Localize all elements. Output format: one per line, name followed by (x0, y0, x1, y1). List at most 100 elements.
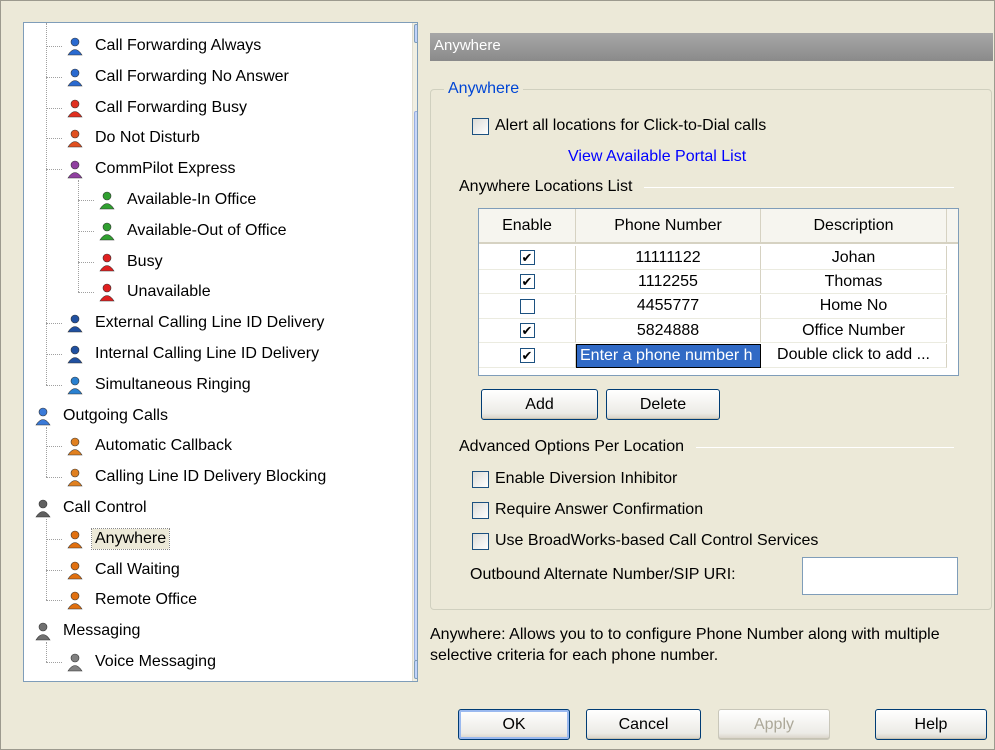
description-cell[interactable]: Johan (761, 246, 947, 270)
column-header-phone[interactable]: Phone Number (576, 209, 761, 242)
services-tree[interactable]: Call Forwarding Always Call Forwarding No… (23, 22, 418, 682)
broadworks-call-control-checkbox[interactable]: Use BroadWorks-based Call Control Servic… (472, 532, 818, 550)
tree-item-label: Remote Office (95, 591, 197, 609)
delete-button[interactable]: Delete (606, 389, 720, 420)
tree-scrollbar[interactable]: ▲ ▼ (412, 23, 417, 681)
enable-checkbox[interactable] (519, 298, 535, 314)
tree-item[interactable]: Do Not Disturb (64, 123, 203, 153)
tree-item-label: Anywhere (90, 527, 171, 550)
tree-item[interactable]: Busy (96, 247, 166, 277)
phone-number-cell[interactable]: 11111122 (576, 246, 761, 270)
table-row[interactable]: ✔ 11111122 Johan (479, 246, 958, 270)
checkmark-icon: ✔ (521, 347, 533, 363)
tree-item[interactable]: Call Control (32, 493, 150, 523)
scroll-thumb[interactable] (414, 111, 417, 661)
tree-item-label: Call Forwarding No Answer (95, 67, 289, 85)
tree-item[interactable]: Call Forwarding Busy (64, 93, 250, 123)
tree-item[interactable]: Anywhere (64, 524, 171, 554)
tree-item[interactable]: Unavailable (96, 277, 214, 307)
description-cell[interactable]: Double click to add ... (761, 343, 947, 368)
tree-item[interactable]: Automatic Callback (64, 431, 235, 461)
outgoing-calls-icon (32, 405, 54, 427)
table-row[interactable]: 4455777 Home No (479, 294, 958, 319)
tree-connector (78, 180, 79, 293)
tree-item-label: Calling Line ID Delivery Blocking (95, 468, 327, 486)
service-description: Anywhere: Allows you to to configure Pho… (430, 626, 940, 664)
scroll-up-button[interactable]: ▲ (414, 24, 417, 43)
tree-item-label: Busy (127, 252, 163, 270)
tree-item-label: Call Forwarding Always (95, 37, 262, 54)
checkbox-box[interactable] (472, 532, 489, 550)
section-divider (644, 186, 954, 188)
tree-connector (78, 230, 94, 232)
description-cell[interactable]: Office Number (761, 319, 947, 344)
tree-item-label: Messaging (63, 622, 141, 640)
tree-item[interactable]: Outgoing Calls (32, 401, 171, 431)
locations-section-header: Anywhere Locations List (459, 178, 954, 196)
enable-checkbox[interactable]: ✔ (519, 250, 535, 265)
calling-line-id-blocking-icon (64, 466, 86, 488)
diversion-inhibitor-checkbox[interactable]: Enable Diversion Inhibitor (472, 470, 677, 488)
phone-number-cell[interactable]: 5824888 (576, 319, 761, 344)
scroll-down-button[interactable]: ▼ (414, 660, 417, 679)
cancel-button[interactable]: Cancel (586, 709, 701, 740)
checkbox-label: Require Answer Confirmation (495, 501, 704, 518)
section-title: Anywhere Locations List (459, 178, 633, 195)
locations-table[interactable]: Enable Phone Number Description ✔ 1111112… (478, 208, 959, 376)
enable-cell (479, 294, 576, 319)
outbound-alternate-input[interactable] (802, 557, 958, 595)
tree-connector (78, 292, 94, 294)
tree-connector (46, 46, 62, 47)
checkmark-icon: ✔ (521, 323, 533, 339)
tree-item[interactable]: Simultaneous Ringing (64, 370, 254, 400)
checkbox-box[interactable] (472, 470, 489, 488)
table-row[interactable]: ✔ 5824888 Office Number (479, 319, 958, 344)
tree-item[interactable]: Internal Calling Line ID Delivery (64, 339, 322, 369)
table-row[interactable]: ✔ Enter a phone number h Double click to a… (479, 343, 958, 368)
outbound-alternate-label: Outbound Alternate Number/SIP URI: (470, 566, 736, 583)
enable-checkbox[interactable]: ✔ (519, 323, 535, 339)
tree-connector (46, 169, 62, 171)
call-waiting-icon (64, 559, 86, 581)
tree-item[interactable]: Call Forwarding No Answer (64, 62, 292, 92)
tree-connector (46, 23, 47, 385)
checkbox-label: Use BroadWorks-based Call Control Servic… (495, 532, 819, 549)
checkbox-box[interactable] (472, 117, 489, 135)
table-row[interactable]: ✔ 1112255 Thomas (479, 270, 958, 295)
tree-item[interactable]: Call Waiting (64, 555, 183, 585)
tree-item[interactable]: Call Forwarding Always (64, 31, 264, 61)
tree-item[interactable]: CommPilot Express (64, 154, 238, 184)
help-button[interactable]: Help (875, 709, 987, 740)
enable-cell: ✔ (479, 319, 576, 344)
apply-button[interactable]: Apply (718, 709, 830, 740)
description-cell[interactable]: Home No (761, 294, 947, 319)
description-cell[interactable]: Thomas (761, 270, 947, 295)
unavailable-icon (96, 281, 118, 303)
checkbox-box[interactable] (472, 501, 489, 519)
ok-button[interactable]: OK (458, 709, 570, 740)
tree-connector (46, 354, 62, 355)
simultaneous-ringing-icon (64, 374, 86, 396)
enable-checkbox[interactable]: ✔ (519, 274, 535, 290)
tree-connector (46, 76, 62, 78)
tree-item[interactable]: Available-In Office (96, 185, 259, 215)
tree-item[interactable]: Available-Out of Office (96, 216, 290, 246)
tree-item[interactable]: External Calling Line ID Delivery (64, 308, 327, 338)
tree-item[interactable]: Messaging (32, 616, 143, 646)
phone-number-cell[interactable]: 1112255 (576, 270, 761, 295)
view-portal-list-link[interactable]: View Available Portal List (568, 148, 746, 166)
tree-item-label: External Calling Line ID Delivery (95, 314, 325, 332)
tree-connector (46, 323, 62, 325)
column-header-enable[interactable]: Enable (479, 209, 576, 242)
answer-confirmation-checkbox[interactable]: Require Answer Confirmation (472, 501, 703, 519)
column-header-description[interactable]: Description (761, 209, 947, 242)
enable-checkbox[interactable]: ✔ (519, 347, 535, 363)
alert-all-locations-checkbox[interactable]: Alert all locations for Click-to-Dial ca… (472, 117, 766, 135)
phone-number-cell[interactable]: 4455777 (576, 294, 761, 319)
tree-item[interactable]: Calling Line ID Delivery Blocking (64, 462, 329, 492)
tree-item-label: Automatic Callback (95, 437, 232, 455)
tree-item[interactable]: Voice Messaging (64, 647, 219, 677)
add-button[interactable]: Add (481, 389, 598, 420)
tree-item[interactable]: Remote Office (64, 585, 200, 615)
phone-number-edit-field[interactable]: Enter a phone number h (576, 343, 761, 368)
